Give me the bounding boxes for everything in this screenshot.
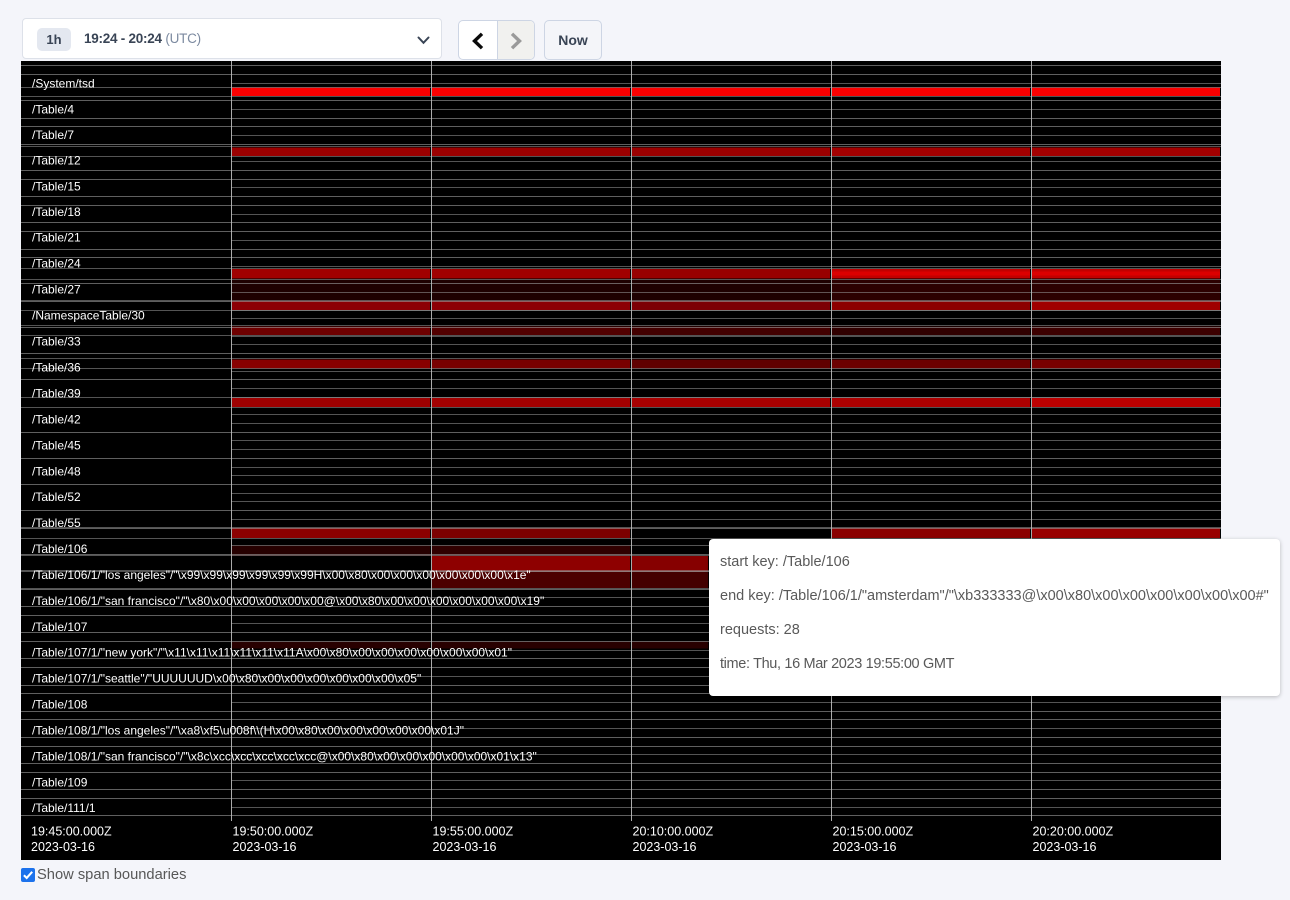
svg-text:/Table/55: /Table/55 xyxy=(32,516,81,530)
svg-text:20:10:00.000Z: 20:10:00.000Z xyxy=(633,825,714,839)
svg-text:/Table/15: /Table/15 xyxy=(32,179,81,193)
svg-text:/Table/21: /Table/21 xyxy=(32,230,81,244)
svg-text:/Table/106/1/"san francisco"/": /Table/106/1/"san francisco"/"\x80\x00\x… xyxy=(32,594,544,608)
svg-text:19:50:00.000Z: 19:50:00.000Z xyxy=(233,825,314,839)
svg-text:/Table/108/1/"los angeles"/"\x: /Table/108/1/"los angeles"/"\xa8\xf5\u00… xyxy=(32,723,464,737)
svg-text:/System/tsd: /System/tsd xyxy=(32,76,95,90)
svg-text:/Table/106: /Table/106 xyxy=(32,542,88,556)
svg-text:/Table/107/1/"new york"/"\x11\: /Table/107/1/"new york"/"\x11\x11\x11\x1… xyxy=(32,645,512,659)
svg-text:/Table/24: /Table/24 xyxy=(32,256,81,270)
svg-text:/Table/7: /Table/7 xyxy=(32,128,74,142)
svg-text:/Table/33: /Table/33 xyxy=(32,334,81,348)
svg-text:2023-03-16: 2023-03-16 xyxy=(31,840,95,854)
svg-text:/Table/18: /Table/18 xyxy=(32,205,81,219)
svg-text:2023-03-16: 2023-03-16 xyxy=(833,840,897,854)
svg-text:2023-03-16: 2023-03-16 xyxy=(433,840,497,854)
svg-text:/Table/111/1: /Table/111/1 xyxy=(32,801,96,815)
svg-text:/Table/27: /Table/27 xyxy=(32,282,81,296)
svg-text:19:45:00.000Z: 19:45:00.000Z xyxy=(31,825,112,839)
svg-text:2023-03-16: 2023-03-16 xyxy=(233,840,297,854)
svg-text:/Table/108/1/"san francisco"/": /Table/108/1/"san francisco"/"\x8c\xcc\x… xyxy=(32,749,537,763)
svg-text:/Table/45: /Table/45 xyxy=(32,438,81,452)
svg-text:/Table/107/1/"seattle"/"UUUUUU: /Table/107/1/"seattle"/"UUUUUUD\x00\x80\… xyxy=(32,671,421,685)
svg-text:/Table/36: /Table/36 xyxy=(32,360,81,374)
svg-text:/Table/12: /Table/12 xyxy=(32,153,81,167)
svg-text:/Table/39: /Table/39 xyxy=(32,386,81,400)
svg-text:/Table/106/1/"los angeles"/"\x: /Table/106/1/"los angeles"/"\x99\x99\x99… xyxy=(32,568,531,582)
svg-text:2023-03-16: 2023-03-16 xyxy=(1033,840,1097,854)
svg-text:20:15:00.000Z: 20:15:00.000Z xyxy=(833,825,914,839)
svg-text:2023-03-16: 2023-03-16 xyxy=(633,840,697,854)
svg-text:/Table/107: /Table/107 xyxy=(32,620,88,634)
svg-text:/NamespaceTable/30: /NamespaceTable/30 xyxy=(32,308,145,322)
svg-text:/Table/4: /Table/4 xyxy=(32,102,74,116)
svg-text:/Table/42: /Table/42 xyxy=(32,412,81,426)
svg-text:/Table/108: /Table/108 xyxy=(32,697,88,711)
svg-text:/Table/109: /Table/109 xyxy=(32,775,88,789)
svg-text:/Table/48: /Table/48 xyxy=(32,464,81,478)
svg-text:/Table/52: /Table/52 xyxy=(32,490,81,504)
svg-text:20:20:00.000Z: 20:20:00.000Z xyxy=(1033,825,1114,839)
svg-text:19:55:00.000Z: 19:55:00.000Z xyxy=(433,825,514,839)
